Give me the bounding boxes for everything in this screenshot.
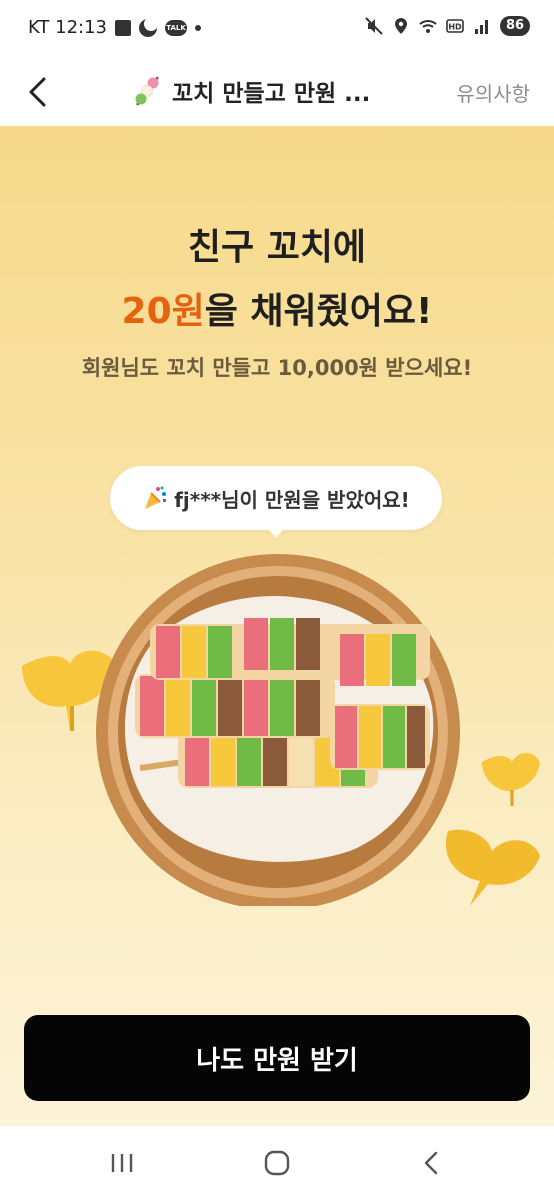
hd-voice-icon: HD <box>446 19 464 33</box>
skewer-3 <box>150 618 430 686</box>
ginkgo-leaf-right-bottom-icon <box>445 829 540 906</box>
skewer-4 <box>330 704 430 770</box>
back-arrow-icon[interactable] <box>20 72 60 112</box>
hero-section: 친구 꼬치에 20원을 채워줬어요! 회원님도 꼬치 만들고 10,000원 받… <box>0 126 554 1126</box>
status-bar: KT 12:13 TALK HD 86 <box>0 0 554 56</box>
reward-amount: 20원 <box>121 291 205 332</box>
party-popper-icon <box>145 486 167 509</box>
headline: 친구 꼬치에 20원을 채워줬어요! <box>0 216 554 344</box>
winner-bubble: fj***님이 만원을 받았어요! <box>110 466 442 530</box>
dnd-moon-icon <box>139 16 158 37</box>
svg-text:HD: HD <box>448 23 462 32</box>
headline-line2-rest: 을 채워줬어요! <box>204 291 433 332</box>
app-header: 꼬치 만들고 만원 ... 유의사항 <box>0 56 554 126</box>
get-reward-button[interactable]: 나도 만원 받기 <box>24 1015 530 1101</box>
subtitle: 회원님도 꼬치 만들고 10,000원 받으세요! <box>81 356 473 380</box>
location-icon <box>395 18 407 34</box>
headline-line1: 친구 꼬치에 <box>187 227 367 268</box>
page-title-text: 꼬치 만들고 만원 ... <box>172 81 371 107</box>
system-navigation-bar <box>0 1126 554 1200</box>
home-icon[interactable] <box>257 1148 297 1178</box>
winner-text: fj***님이 만원을 받았어요! <box>174 487 410 512</box>
skewer-2 <box>135 674 335 738</box>
more-notifications-dot-icon <box>195 24 201 31</box>
skewer-basket-illustration <box>22 554 540 906</box>
talk-icon: TALK <box>165 19 187 36</box>
status-right: HD 86 <box>365 16 530 36</box>
bubble-tail <box>266 526 286 538</box>
battery-icon: 86 <box>500 16 530 36</box>
notice-link[interactable]: 유의사항 <box>456 78 530 107</box>
page-title: 꼬치 만들고 만원 ... <box>132 74 370 108</box>
notification-icon <box>115 19 131 36</box>
nav-back-icon[interactable] <box>412 1148 452 1178</box>
headline-line2: 20원을 채워줬어요! <box>0 280 554 344</box>
status-left: KT 12:13 TALK <box>28 16 201 38</box>
mute-icon <box>365 17 383 35</box>
signal-icon <box>475 20 488 34</box>
recent-apps-icon[interactable] <box>102 1148 142 1178</box>
wifi-icon <box>419 20 437 33</box>
carrier-time: KT 12:13 <box>28 17 107 38</box>
ginkgo-leaf-right-top-icon <box>482 753 540 806</box>
dango-skewer-icon <box>135 76 159 106</box>
